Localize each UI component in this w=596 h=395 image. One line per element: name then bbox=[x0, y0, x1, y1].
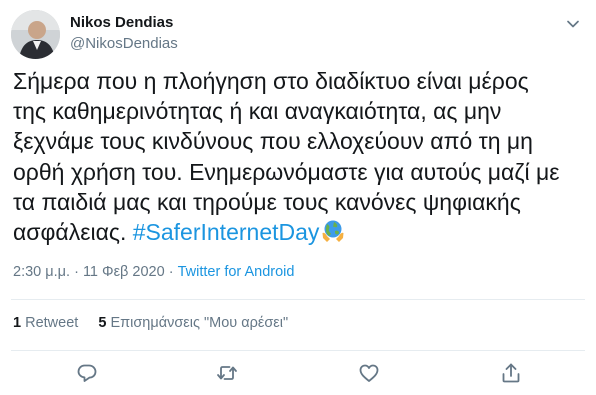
retweets-count: 1 bbox=[13, 315, 22, 331]
tweet-date[interactable]: 11 Φεβ 2020 bbox=[83, 264, 165, 280]
likes-stat[interactable]: 5 Επισημάνσεις "Μου αρέσει" bbox=[98, 315, 288, 331]
chevron-down-icon[interactable] bbox=[564, 15, 582, 33]
tweet-source-link[interactable]: Twitter for Android bbox=[178, 264, 295, 280]
tweet-text: Σήμερα που η πλοήγηση στο διαδίκτυο είνα… bbox=[13, 66, 573, 247]
heart-icon[interactable] bbox=[358, 362, 380, 384]
retweets-label: Retweet bbox=[25, 315, 79, 331]
retweets-stat[interactable]: 1 Retweet bbox=[13, 315, 78, 331]
tweet-time[interactable]: 2:30 μ.μ. bbox=[13, 264, 70, 280]
divider bbox=[11, 299, 585, 300]
globe-in-hands-icon bbox=[322, 220, 344, 243]
tweet-meta: 2:30 μ.μ. · 11 Φεβ 2020 · Twitter for An… bbox=[13, 264, 294, 280]
share-icon[interactable] bbox=[500, 362, 522, 384]
divider bbox=[11, 350, 585, 351]
likes-label: Επισημάνσεις "Μου αρέσει" bbox=[110, 315, 289, 331]
author-name[interactable]: Nikos Dendias bbox=[70, 14, 173, 31]
likes-count: 5 bbox=[98, 315, 107, 331]
tweet-stats: 1 Retweet 5 Επισημάνσεις "Μου αρέσει" bbox=[13, 315, 288, 331]
meta-separator: · bbox=[74, 264, 79, 280]
avatar[interactable] bbox=[11, 10, 60, 59]
hashtag-link[interactable]: #SaferInternetDay bbox=[133, 219, 320, 245]
author-handle[interactable]: @NikosDendias bbox=[70, 35, 178, 52]
meta-separator: · bbox=[168, 264, 174, 280]
retweet-icon[interactable] bbox=[216, 362, 238, 384]
tweet-card: Nikos Dendias @NikosDendias Σήμερα που η… bbox=[0, 0, 596, 395]
reply-icon[interactable] bbox=[76, 362, 98, 384]
